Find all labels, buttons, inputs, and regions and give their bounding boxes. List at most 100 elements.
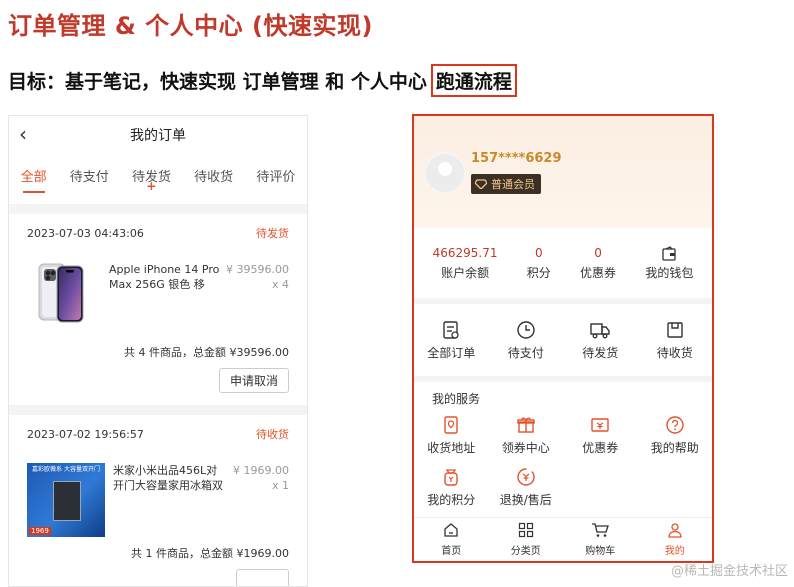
item-qty: x 1 bbox=[271, 479, 289, 492]
profile-header: 157****6629 普通会员 bbox=[414, 116, 712, 228]
tabbar-me[interactable]: 我的 bbox=[645, 522, 705, 557]
shortcut-label: 全部订单 bbox=[427, 346, 476, 360]
tab-to-pay[interactable]: 待支付 bbox=[70, 166, 109, 193]
services-title: 我的服务 bbox=[432, 392, 481, 406]
service-label: 退换/售后 bbox=[499, 493, 552, 507]
stat-coupons[interactable]: 0 优惠券 bbox=[580, 246, 616, 281]
orders-screen: ‹ 我的订单 全部 待支付 待发货 + 待收货 待评价 2023-07-03 0… bbox=[8, 115, 308, 587]
item-price: ¥ 1969.00 bbox=[233, 464, 289, 477]
order-card[interactable]: 2023-07-03 04:43:06 待发货 Apple iPhone 14 … bbox=[9, 214, 307, 405]
tabbar-label: 购物车 bbox=[585, 546, 616, 557]
shortcut-label: 待发货 bbox=[582, 346, 619, 360]
cart-icon bbox=[570, 522, 630, 540]
order-shortcuts: 全部订单 待支付 待发货 待收货 bbox=[414, 304, 712, 376]
order-status: 待发货 bbox=[256, 227, 289, 240]
goal-highlight: 跑通流程 bbox=[430, 64, 517, 97]
orders-title: 我的订单 bbox=[130, 128, 186, 144]
service-help[interactable]: 我的帮助 bbox=[638, 414, 713, 456]
user-phone: 157****6629 bbox=[471, 151, 562, 166]
service-label: 收货地址 bbox=[427, 441, 476, 455]
order-status: 待收货 bbox=[256, 428, 289, 441]
shortcut-to-pay[interactable]: 待支付 bbox=[494, 319, 558, 361]
clock-icon bbox=[494, 319, 558, 341]
stat-wallet[interactable]: 我的钱包 bbox=[645, 245, 693, 281]
fridge-image: 嘉彩欧薇系 大容量双开门 1969 bbox=[27, 463, 105, 537]
service-label: 领券中心 bbox=[501, 441, 550, 455]
order-head: 2023-07-03 04:43:06 待发货 bbox=[27, 214, 289, 252]
order-summary: 共 4 件商品，总金额 ¥39596.00 bbox=[124, 346, 289, 359]
back-icon[interactable]: ‹ bbox=[19, 122, 27, 146]
order-card[interactable]: 2023-07-02 19:56:57 待收货 嘉彩欧薇系 大容量双开门 196… bbox=[9, 415, 307, 586]
order-actions bbox=[27, 561, 289, 586]
cursor-plus-icon: + bbox=[146, 179, 157, 193]
item-name: Apple iPhone 14 Pro Max 256G 银色 移动... bbox=[109, 263, 220, 294]
shortcut-to-ship[interactable]: 待发货 bbox=[568, 319, 632, 361]
stat-value: 466295.71 bbox=[432, 245, 498, 260]
service-points[interactable]: 我的积分 bbox=[414, 466, 489, 508]
orders-nav-bar: ‹ 我的订单 bbox=[9, 116, 307, 154]
tab-to-receive[interactable]: 待收货 bbox=[194, 166, 233, 193]
tab-to-review[interactable]: 待评价 bbox=[256, 166, 295, 193]
grid-icon bbox=[496, 522, 556, 540]
home-icon bbox=[421, 522, 481, 540]
item-price-block: ¥ 39596.00 x 4 bbox=[225, 262, 289, 292]
item-price-block: ¥ 1969.00 x 1 bbox=[225, 463, 289, 493]
stat-label: 优惠券 bbox=[580, 265, 617, 280]
box-icon bbox=[643, 319, 707, 341]
gift-icon bbox=[489, 414, 564, 436]
stat-value: 0 bbox=[534, 245, 543, 260]
user-icon bbox=[645, 522, 705, 540]
fridge-image-text: 嘉彩欧薇系 大容量双开门 bbox=[32, 466, 100, 473]
order-time: 2023-07-02 19:56:57 bbox=[27, 427, 144, 441]
stat-points[interactable]: 0 积分 bbox=[527, 246, 551, 281]
services-section: 我的服务 收货地址 领券中心 优惠券 我的帮助 我的积分 退换/售后 bbox=[414, 382, 712, 522]
address-icon bbox=[414, 414, 489, 436]
wallet-icon bbox=[645, 245, 693, 264]
order-action-button[interactable] bbox=[236, 569, 289, 586]
goal-text: 目标：基于笔记，快速实现 订单管理 和 个人中心 bbox=[8, 71, 427, 93]
member-label: 普通会员 bbox=[491, 178, 535, 191]
item-qty: x 4 bbox=[271, 278, 289, 291]
document-icon bbox=[419, 319, 483, 341]
tab-to-ship[interactable]: 待发货 + bbox=[132, 166, 171, 193]
item-name: 米家小米出品456L对开门大容量家用冰箱双开... bbox=[113, 464, 223, 495]
order-item[interactable]: 嘉彩欧薇系 大容量双开门 1969 米家小米出品456L对开门大容量家用冰箱双开… bbox=[27, 453, 289, 541]
service-label: 我的帮助 bbox=[650, 441, 699, 455]
service-label: 我的积分 bbox=[427, 493, 476, 507]
stat-value: 0 bbox=[594, 245, 602, 260]
tabbar-label: 分类页 bbox=[510, 546, 541, 557]
returns-icon bbox=[489, 466, 564, 488]
item-price: ¥ 39596.00 bbox=[226, 263, 289, 276]
tabbar-label: 我的 bbox=[664, 546, 685, 557]
order-head: 2023-07-02 19:56:57 待收货 bbox=[27, 415, 289, 453]
member-badge: 普通会员 bbox=[471, 174, 541, 194]
avatar[interactable] bbox=[424, 152, 466, 194]
order-item[interactable]: Apple iPhone 14 Pro Max 256G 银色 移动... ¥ … bbox=[27, 252, 289, 340]
service-coupons[interactable]: 优惠券 bbox=[563, 414, 638, 456]
iphone-image bbox=[37, 262, 85, 324]
order-actions: 申请取消 bbox=[27, 360, 289, 405]
services-grid: 收货地址 领券中心 优惠券 我的帮助 我的积分 退换/售后 bbox=[414, 410, 712, 508]
truck-icon bbox=[568, 319, 632, 341]
cancel-order-button[interactable]: 申请取消 bbox=[218, 368, 289, 393]
account-stats: 466295.71 账户余额 0 积分 0 优惠券 我的钱包 bbox=[414, 228, 712, 298]
goal-line: 目标：基于笔记，快速实现 订单管理 和 个人中心 跑通流程 bbox=[8, 64, 517, 97]
shortcut-all-orders[interactable]: 全部订单 bbox=[419, 319, 483, 361]
fridge-price-tag: 1969 bbox=[29, 527, 51, 535]
iphone-illustration bbox=[38, 263, 84, 323]
tabbar-category[interactable]: 分类页 bbox=[496, 522, 556, 557]
profile-screen: 157****6629 普通会员 466295.71 账户余额 0 积分 0 优… bbox=[412, 114, 714, 563]
shortcut-to-receive[interactable]: 待收货 bbox=[643, 319, 707, 361]
tabbar-label: 首页 bbox=[441, 546, 462, 557]
tabbar-home[interactable]: 首页 bbox=[421, 522, 481, 557]
stat-balance[interactable]: 466295.71 账户余额 bbox=[433, 246, 498, 281]
coupon-icon bbox=[563, 414, 638, 436]
watermark: @稀土掘金技术社区 bbox=[670, 564, 788, 579]
shortcut-label: 待支付 bbox=[507, 346, 544, 360]
stat-label: 账户余额 bbox=[441, 265, 490, 280]
service-address[interactable]: 收货地址 bbox=[414, 414, 489, 456]
tab-all[interactable]: 全部 bbox=[21, 166, 47, 193]
service-returns[interactable]: 退换/售后 bbox=[489, 466, 564, 508]
service-coupon-center[interactable]: 领券中心 bbox=[489, 414, 564, 456]
tabbar-cart[interactable]: 购物车 bbox=[570, 522, 630, 557]
